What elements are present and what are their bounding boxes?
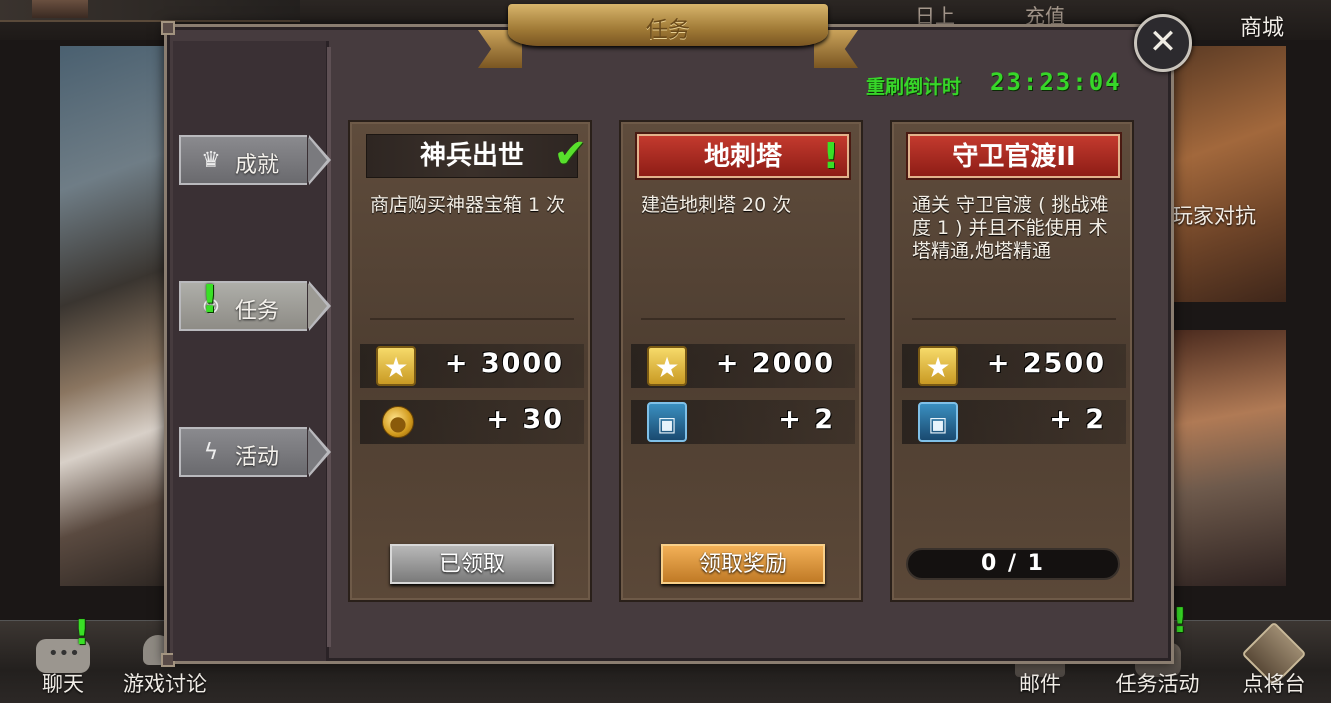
reward-amount: + 2 — [1049, 404, 1106, 435]
progress-bar: 0 / 1 — [906, 548, 1120, 580]
forum-label: 游戏讨论 — [123, 672, 207, 696]
reward-amount: + 3000 — [444, 348, 564, 379]
avatar-icon — [32, 0, 88, 18]
top-left-widget[interactable] — [0, 0, 300, 22]
tab-label: 活动 — [235, 445, 280, 470]
tab-achievements[interactable]: ♛ 成就 — [179, 135, 331, 185]
reward-row: ★ + 2500 — [902, 344, 1126, 388]
coin-icon: ● — [382, 406, 414, 438]
general-button[interactable]: 点将台 — [1228, 621, 1320, 703]
quest-description: 商店购买神器宝箱 1 次 — [370, 194, 566, 216]
divider — [641, 318, 845, 320]
chat-alert-icon: ! — [74, 613, 90, 653]
card-icon: ▣ — [918, 402, 958, 442]
reward-amount: + 2 — [778, 404, 835, 435]
quest-title-bar: 地刺塔 ! — [637, 134, 849, 178]
quest-activity-label: 任务活动 — [1115, 672, 1200, 696]
quest-panel: ♛ 成就 ⊛ ! 任务 ϟ 活动 神兵出世 ✔ 商店购买神器宝箱 1 次 ★ +… — [161, 21, 1174, 667]
pvp-card[interactable] — [1165, 46, 1286, 302]
quest-card: 地刺塔 ! 建造地刺塔 20 次 ★ + 2000 ▣ + 2 领取奖励 — [619, 120, 863, 602]
quest-title: 地刺塔 — [703, 142, 782, 172]
sidebar — [173, 41, 329, 661]
divider — [370, 318, 574, 320]
chat-button[interactable]: ! 聊天 — [26, 613, 100, 703]
shop-button[interactable]: 商城 — [1240, 10, 1284, 42]
tab-arrow — [308, 283, 327, 329]
title-ribbon: 任务 — [478, 0, 858, 72]
quest-description: 通关 守卫官渡 ( 挑战难度 1 ) 并且不能使用 术塔精通,炮塔精通 — [912, 194, 1109, 262]
battle-card[interactable] — [1165, 330, 1286, 586]
panel-corner — [161, 21, 175, 35]
tab-label: 成就 — [235, 153, 280, 178]
reward-row: ▣ + 2 — [631, 400, 855, 444]
reward-row: ● + 30 — [360, 400, 584, 444]
reward-amount: + 2000 — [715, 348, 835, 379]
tab-events[interactable]: ϟ 活动 — [179, 427, 331, 477]
quest-title-bar: 守卫官渡II — [908, 134, 1120, 178]
check-icon: ✔ — [553, 131, 587, 177]
refresh-timer-label: 重刷倒计时 — [866, 76, 962, 98]
quest-title: 守卫官渡II — [952, 142, 1076, 172]
pvp-label: 玩家对抗 — [1172, 204, 1256, 228]
lightning-icon: ϟ — [203, 440, 219, 465]
close-button[interactable]: ✕ — [1134, 14, 1192, 72]
quest-alert-icon: ! — [1172, 601, 1188, 641]
reward-row: ▣ + 2 — [902, 400, 1126, 444]
reward-amount: + 30 — [486, 404, 564, 435]
reward-amount: + 2500 — [986, 348, 1106, 379]
exclamation-icon: ! — [822, 136, 839, 177]
star-icon: ★ — [376, 346, 416, 386]
reward-row: ★ + 2000 — [631, 344, 855, 388]
claim-reward-button[interactable]: 领取奖励 — [661, 544, 825, 584]
general-label: 点将台 — [1242, 672, 1306, 696]
quest-card: 守卫官渡II 通关 守卫官渡 ( 挑战难度 1 ) 并且不能使用 术塔精通,炮塔… — [890, 120, 1134, 602]
tab-arrow — [308, 429, 327, 475]
refresh-timer-value: 23:23:04 — [990, 68, 1122, 96]
tab-arrow — [308, 137, 327, 183]
hero-art-card — [60, 46, 170, 586]
claimed-button[interactable]: 已领取 — [390, 544, 554, 584]
crown-icon: ♛ — [201, 148, 221, 173]
progress-text: 0 / 1 — [981, 551, 1045, 576]
tab-alert-icon: ! — [201, 277, 219, 321]
tab-quests[interactable]: ⊛ ! 任务 — [179, 277, 331, 331]
card-icon: ▣ — [647, 402, 687, 442]
quest-card: 神兵出世 ✔ 商店购买神器宝箱 1 次 ★ + 3000 ● + 30 已领取 — [348, 120, 592, 602]
reward-row: ★ + 3000 — [360, 344, 584, 388]
quest-title-bar: 神兵出世 ✔ — [366, 133, 587, 178]
divider — [912, 318, 1116, 320]
star-icon: ★ — [647, 346, 687, 386]
quest-title: 神兵出世 — [419, 141, 524, 171]
game-screen: 日上 充值 商城 玩家对抗 ! 聊天 游戏讨论 邮件 ! 任务活动 点将台 — [0, 0, 1331, 703]
star-icon: ★ — [918, 346, 958, 386]
mail-label: 邮件 — [1019, 672, 1061, 696]
tab-label: 任务 — [235, 299, 280, 324]
quest-description: 建造地刺塔 20 次 — [641, 194, 792, 216]
page-title: 任务 — [645, 18, 690, 43]
chat-label: 聊天 — [42, 672, 84, 696]
